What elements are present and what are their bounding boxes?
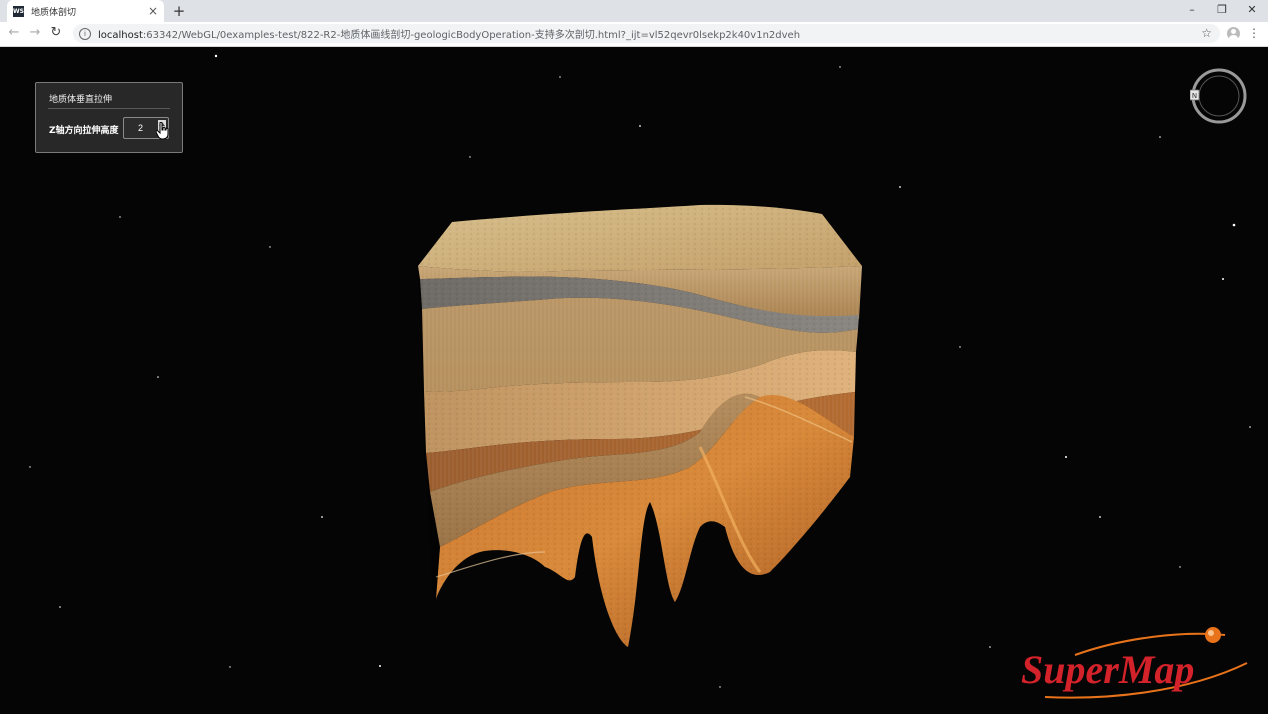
3d-viewer-canvas[interactable]: 地质体垂直拉伸 Z轴方向拉伸高度 2 N SuperMap: [0, 47, 1268, 714]
navigation-compass-icon[interactable]: N: [1190, 67, 1248, 125]
panel-divider: [48, 108, 170, 109]
z-stretch-value[interactable]: 2: [138, 123, 143, 133]
geologic-body-model[interactable]: [418, 204, 862, 647]
bookmark-star-icon[interactable]: ☆: [1201, 26, 1212, 40]
address-bar[interactable]: i localhost:63342/WebGL/0examples-test/8…: [73, 24, 1220, 43]
supermap-logo: SuperMap: [1021, 627, 1248, 699]
site-info-icon[interactable]: i: [79, 27, 91, 40]
reload-icon[interactable]: ↻: [48, 25, 64, 40]
new-tab-button[interactable]: +: [171, 2, 187, 20]
hand-cursor-icon: [156, 122, 169, 140]
browser-tab-bar: WS 地质体剖切 × + – ❐ ✕: [0, 0, 1268, 22]
url-text[interactable]: localhost:63342/WebGL/0examples-test/822…: [98, 26, 800, 41]
browser-toolbar: ← → ↻ i localhost:63342/WebGL/0examples-…: [0, 22, 1268, 47]
webstorm-favicon-icon: WS: [13, 5, 24, 17]
forward-arrow-icon[interactable]: →: [27, 25, 43, 40]
url-path: :63342/WebGL/0examples-test/822-R2-地质体画线…: [142, 30, 801, 41]
browser-menu-icon[interactable]: ⋮: [1248, 26, 1260, 40]
north-label: N: [1192, 92, 1197, 100]
vertical-stretch-panel: 地质体垂直拉伸 Z轴方向拉伸高度 2: [35, 82, 183, 153]
logo-wordmark: SuperMap: [1021, 647, 1194, 692]
browser-tab[interactable]: WS 地质体剖切 ×: [7, 0, 164, 22]
z-stretch-label: Z轴方向拉伸高度: [49, 126, 119, 136]
restore-window-icon[interactable]: ❐: [1212, 3, 1232, 16]
profile-avatar-icon[interactable]: [1227, 27, 1240, 40]
url-host: localhost: [98, 30, 143, 41]
panel-title: 地质体垂直拉伸: [49, 95, 113, 105]
back-arrow-icon[interactable]: ←: [6, 25, 22, 40]
geologic-body-scene[interactable]: [0, 47, 1268, 714]
close-window-icon[interactable]: ✕: [1242, 3, 1262, 16]
minimize-window-icon[interactable]: –: [1182, 3, 1202, 16]
tab-close-icon[interactable]: ×: [146, 4, 160, 18]
tab-title: 地质体剖切: [31, 7, 77, 18]
